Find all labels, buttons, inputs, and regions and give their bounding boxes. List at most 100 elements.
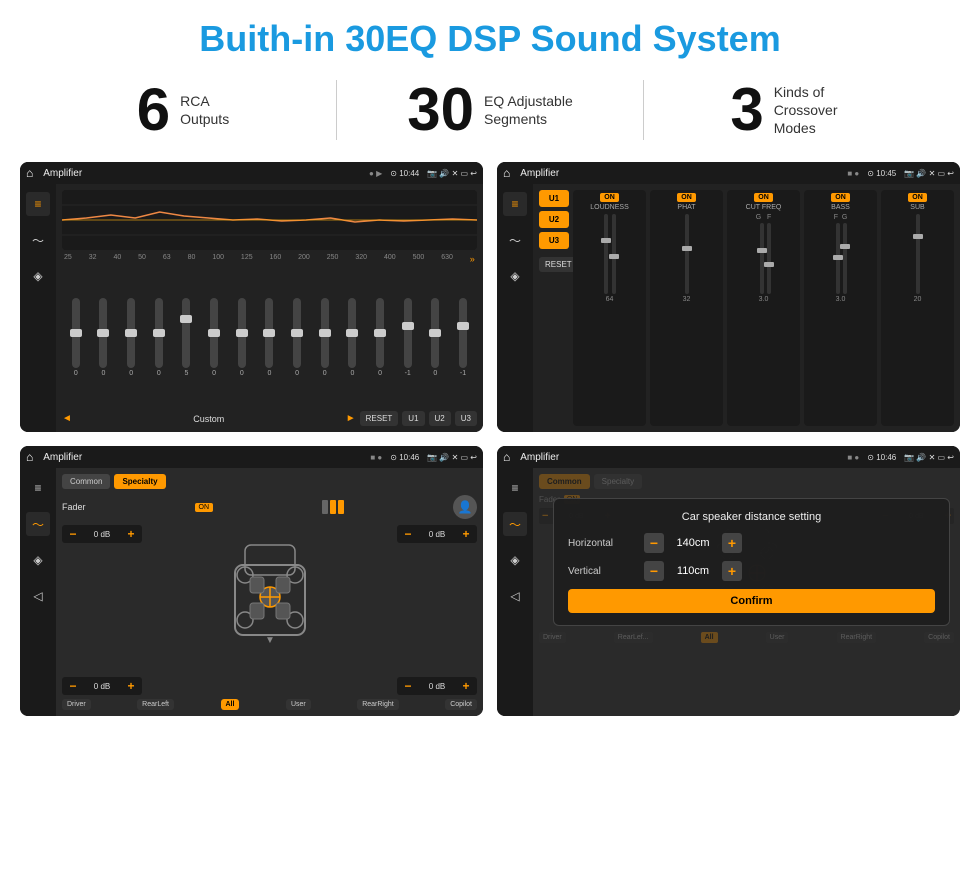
eq-slider-11[interactable]: 0 [348,298,356,377]
fader-right-top-minus[interactable]: − [401,527,415,541]
eq-slider-8[interactable]: 0 [265,298,273,377]
fader-sidebar-speaker-icon[interactable]: ◈ [26,548,50,572]
fader-common-tab[interactable]: Common [62,474,110,489]
distance-sidebar-eq-icon[interactable]: ≡ [503,476,527,500]
crossover-sidebar-eq-icon[interactable]: ≡ [503,192,527,216]
fader-sidebar-eq-icon[interactable]: ≡ [26,476,50,500]
eq-slider-14[interactable]: 0 [431,298,439,377]
crossover-content: ≡ 〜 ◈ U1 U2 U3 RESET ON LO [497,184,960,432]
fader-rearleft-btn[interactable]: RearLeft [137,699,174,710]
crossover-time: ⊙ 10:45 [867,169,896,178]
fader-icons: 📷 🔊 ✕ ▭ ↩ [427,453,477,462]
vertical-plus-btn[interactable]: + [722,561,742,581]
fader-driver-btn[interactable]: Driver [62,699,91,710]
eq-slider-1[interactable]: 0 [72,298,80,377]
eq-slider-9[interactable]: 0 [293,298,301,377]
distance-sidebar-volume-icon[interactable]: ◁ [503,584,527,608]
fader-user-btn[interactable]: User [286,699,311,710]
fader-home-icon[interactable]: ⌂ [26,450,33,464]
horizontal-control: − 140cm + [644,533,935,553]
fader-left-top-plus[interactable]: + [124,527,138,541]
distance-time: ⊙ 10:46 [867,453,896,462]
stat-divider-2 [643,80,644,140]
screen-fader: ⌂ Amplifier ■ ● ⊙ 10:46 📷 🔊 ✕ ▭ ↩ ≡ 〜 ◈ … [20,446,483,716]
eq-icons: 📷 🔊 ✕ ▭ ↩ [427,169,477,178]
crossover-row: U1 U2 U3 RESET ON LOUDNESS [539,190,954,426]
horizontal-plus-btn[interactable]: + [722,533,742,553]
bass-on-btn[interactable]: ON [831,193,850,202]
fader-all-btn[interactable]: All [221,699,240,710]
confirm-button[interactable]: Confirm [568,589,935,613]
fader-bottom-labels: Driver RearLeft All User RearRight Copil… [62,699,477,710]
stat-eq-label: EQ AdjustableSegments [484,92,573,128]
distance-sidebar-wave-icon[interactable]: 〜 [503,512,527,536]
fader-right-top-val: 0 dB [418,530,456,539]
eq-slider-5[interactable]: 5 [182,298,190,377]
fader-controls: − 0 dB + − 0 dB + [62,525,477,695]
fader-right-bottom-minus[interactable]: − [401,679,415,693]
distance-sidebar-speaker-icon[interactable]: ◈ [503,548,527,572]
fader-right-bottom-plus[interactable]: + [459,679,473,693]
eq-slider-10[interactable]: 0 [321,298,329,377]
fader-on-btn[interactable]: ON [195,503,214,512]
eq-slider-7[interactable]: 0 [238,298,246,377]
eq-u2-btn[interactable]: U2 [429,411,451,426]
crossover-u1-btn[interactable]: U1 [539,190,569,207]
screen-crossover: ⌂ Amplifier ■ ● ⊙ 10:45 📷 🔊 ✕ ▭ ↩ ≡ 〜 ◈ … [497,162,960,432]
fader-left-bottom-minus[interactable]: − [66,679,80,693]
eq-reset-btn[interactable]: RESET [360,411,399,426]
eq-sidebar-speaker-icon[interactable]: ◈ [26,264,50,288]
fader-right-bottom-db: − 0 dB + [397,677,477,695]
fader-rearright-btn[interactable]: RearRight [357,699,399,710]
cutfreq-on-btn[interactable]: ON [754,193,773,202]
crossover-reset-btn[interactable]: RESET [539,257,578,272]
eq-home-icon[interactable]: ⌂ [26,166,33,180]
fader-copilot-btn[interactable]: Copilot [445,699,477,710]
fader-person-icon[interactable]: 👤 [453,495,477,519]
fader-left-top-minus[interactable]: − [66,527,80,541]
distance-common-tab[interactable]: Common [539,474,590,489]
eq-slider-12[interactable]: 0 [376,298,384,377]
eq-slider-3[interactable]: 0 [127,298,135,377]
svg-text:▼: ▼ [265,635,275,646]
sub-val: 20 [914,296,922,303]
eq-u1-btn[interactable]: U1 [402,411,424,426]
eq-slider-13[interactable]: -1 [404,298,412,377]
eq-slider-4[interactable]: 0 [155,298,163,377]
eq-sidebar-eq-icon[interactable]: ≡ [26,192,50,216]
distance-tabs: Common Specialty [539,474,954,489]
distance-home-icon[interactable]: ⌂ [503,450,510,464]
crossover-u-col: U1 U2 U3 RESET [539,190,569,426]
phat-val: 32 [683,296,691,303]
stat-eq-number: 30 [407,80,474,140]
car-diagram-svg: ▼ [220,525,320,655]
distance-specialty-tab[interactable]: Specialty [594,474,642,489]
crossover-u2-btn[interactable]: U2 [539,211,569,228]
crossover-sidebar-wave-icon[interactable]: 〜 [503,228,527,252]
crossover-sidebar-speaker-icon[interactable]: ◈ [503,264,527,288]
crossover-u3-btn[interactable]: U3 [539,232,569,249]
eq-slider-6[interactable]: 0 [210,298,218,377]
eq-next-icon[interactable]: ► [346,413,356,424]
fader-right-top-plus[interactable]: + [459,527,473,541]
phat-on-btn[interactable]: ON [677,193,696,202]
loudness-on-btn[interactable]: ON [600,193,619,202]
fader-dots: ■ ● [370,453,382,462]
screens-grid: ⌂ Amplifier ● ▶ ⊙ 10:44 📷 🔊 ✕ ▭ ↩ ≡ 〜 ◈ [0,154,980,732]
eq-slider-15[interactable]: -1 [459,298,467,377]
eq-sidebar-wave-icon[interactable]: 〜 [26,228,50,252]
eq-prev-icon[interactable]: ◄ [62,413,72,424]
stat-divider-1 [336,80,337,140]
sub-on-btn[interactable]: ON [908,193,927,202]
distance-icons: 📷 🔊 ✕ ▭ ↩ [904,453,954,462]
eq-slider-2[interactable]: 0 [99,298,107,377]
vertical-minus-btn[interactable]: − [644,561,664,581]
fader-specialty-tab[interactable]: Specialty [114,474,165,489]
fader-sidebar-wave-icon[interactable]: 〜 [26,512,50,536]
sub-title: SUB [910,204,924,211]
fader-sidebar-volume-icon[interactable]: ◁ [26,584,50,608]
fader-left-bottom-plus[interactable]: + [124,679,138,693]
crossover-home-icon[interactable]: ⌂ [503,166,510,180]
eq-u3-btn[interactable]: U3 [455,411,477,426]
horizontal-minus-btn[interactable]: − [644,533,664,553]
